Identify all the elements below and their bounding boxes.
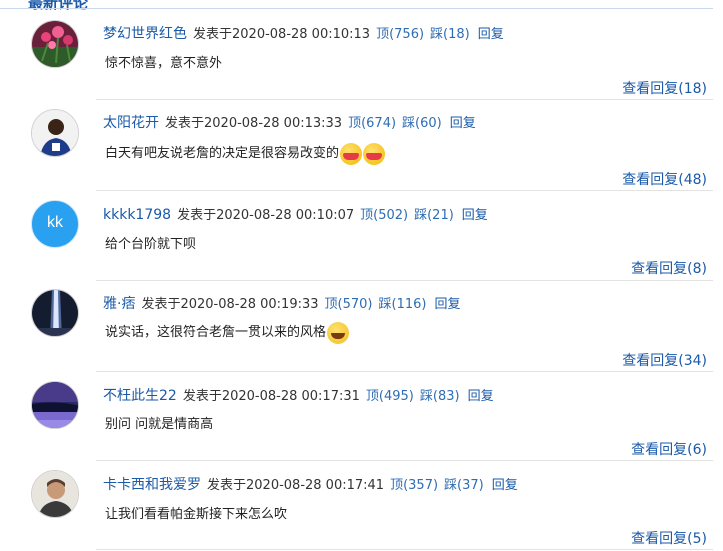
user-avatar[interactable] <box>31 109 79 157</box>
user-avatar[interactable] <box>31 20 79 68</box>
blush-icon <box>340 142 363 165</box>
comment-text: 白天有吧友说老詹的决定是很容易改变的 <box>105 146 340 161</box>
user-avatar[interactable] <box>31 289 79 337</box>
section-header: 最新评论 <box>0 0 723 10</box>
downvote-button[interactable]: 踩(37) <box>444 478 484 493</box>
comment-meta: 雅·痞 发表于2020-08-28 00:19:33 顶(570) 踩(116) 回复 <box>103 293 460 313</box>
username-link[interactable]: 雅·痞 <box>103 296 135 312</box>
downvote-button[interactable]: 踩(60) <box>402 116 442 131</box>
comment-text: 别问 问就是情商高 <box>105 417 214 432</box>
upvote-button[interactable]: 顶(357) <box>390 478 438 493</box>
comment-divider <box>96 280 713 281</box>
comment-meta: 太阳花开 发表于2020-08-28 00:13:33 顶(674) 踩(60) 回复 <box>103 112 476 132</box>
username-link[interactable]: 卡卡西和我爱罗 <box>103 477 201 493</box>
post-time: 发表于2020-08-28 00:17:41 <box>207 478 385 493</box>
comment-text-row: 白天有吧友说老詹的决定是很容易改变的 <box>105 142 386 165</box>
comment-text: 给个台阶就下呗 <box>105 237 197 252</box>
upvote-button[interactable]: 顶(756) <box>376 27 424 42</box>
reply-button[interactable]: 回复 <box>478 27 504 42</box>
comment-divider <box>96 460 713 461</box>
comment-text-row: 说实话，这很符合老詹一贯以来的风格 <box>105 321 350 344</box>
reply-button[interactable]: 回复 <box>468 389 494 404</box>
view-replies-link[interactable]: 查看回复(48) <box>622 169 707 189</box>
user-avatar[interactable]: kk <box>31 200 79 248</box>
comment-text: 说实话，这很符合老詹一贯以来的风格 <box>105 325 327 340</box>
view-replies-link[interactable]: 查看回复(34) <box>622 350 707 370</box>
reply-button[interactable]: 回复 <box>462 208 488 223</box>
user-avatar[interactable] <box>31 470 79 518</box>
downvote-button[interactable]: 踩(18) <box>430 27 470 42</box>
comment-meta: 卡卡西和我爱罗 发表于2020-08-28 00:17:41 顶(357) 踩(37)… <box>103 474 518 494</box>
username-link[interactable]: 梦幻世界红色 <box>103 26 187 42</box>
avatar-initials: kk <box>47 214 63 231</box>
comment-divider <box>96 371 713 372</box>
blush-icon <box>363 142 386 165</box>
username-link[interactable]: 太阳花开 <box>103 115 159 131</box>
view-replies-link[interactable]: 查看回复(5) <box>631 528 707 548</box>
comment-divider <box>96 99 713 100</box>
comment-divider <box>96 190 713 191</box>
downvote-button[interactable]: 踩(21) <box>414 208 454 223</box>
comment-text: 惊不惊喜，意不意外 <box>105 56 223 71</box>
comment-meta: 不枉此生22 发表于2020-08-28 00:17:31 顶(495) 踩(83) 回… <box>103 385 494 405</box>
post-time: 发表于2020-08-28 00:19:33 <box>141 297 319 312</box>
upvote-button[interactable]: 顶(502) <box>360 208 408 223</box>
post-time: 发表于2020-08-28 00:13:33 <box>165 116 343 131</box>
downvote-button[interactable]: 踩(83) <box>420 389 460 404</box>
upvote-button[interactable]: 顶(570) <box>325 297 373 312</box>
post-time: 发表于2020-08-28 00:10:07 <box>177 208 355 223</box>
user-avatar[interactable] <box>31 381 79 429</box>
username-link[interactable]: kkkk1798 <box>103 207 171 223</box>
upvote-button[interactable]: 顶(495) <box>366 389 414 404</box>
post-time: 发表于2020-08-28 00:10:13 <box>193 27 371 42</box>
comment-text: 让我们看看帕金斯接下来怎么吹 <box>105 507 288 522</box>
post-time: 发表于2020-08-28 00:17:31 <box>182 389 360 404</box>
view-replies-link[interactable]: 查看回复(18) <box>622 78 707 98</box>
upvote-button[interactable]: 顶(674) <box>348 116 396 131</box>
comment-meta: 梦幻世界红色 发表于2020-08-28 00:10:13 顶(756) 踩(18) 回… <box>103 23 504 43</box>
reply-button[interactable]: 回复 <box>492 478 518 493</box>
view-replies-link[interactable]: 查看回复(6) <box>631 439 707 459</box>
username-link[interactable]: 不枉此生22 <box>103 388 177 404</box>
comment-meta: kkkk1798 发表于2020-08-28 00:10:07 顶(502) 踩(21… <box>103 204 488 223</box>
laugh-icon <box>327 321 350 344</box>
header-divider <box>0 8 713 9</box>
reply-button[interactable]: 回复 <box>434 297 460 312</box>
downvote-button[interactable]: 踩(116) <box>379 297 427 312</box>
reply-button[interactable]: 回复 <box>450 116 476 131</box>
view-replies-link[interactable]: 查看回复(8) <box>631 258 707 278</box>
comment-divider <box>96 549 713 550</box>
